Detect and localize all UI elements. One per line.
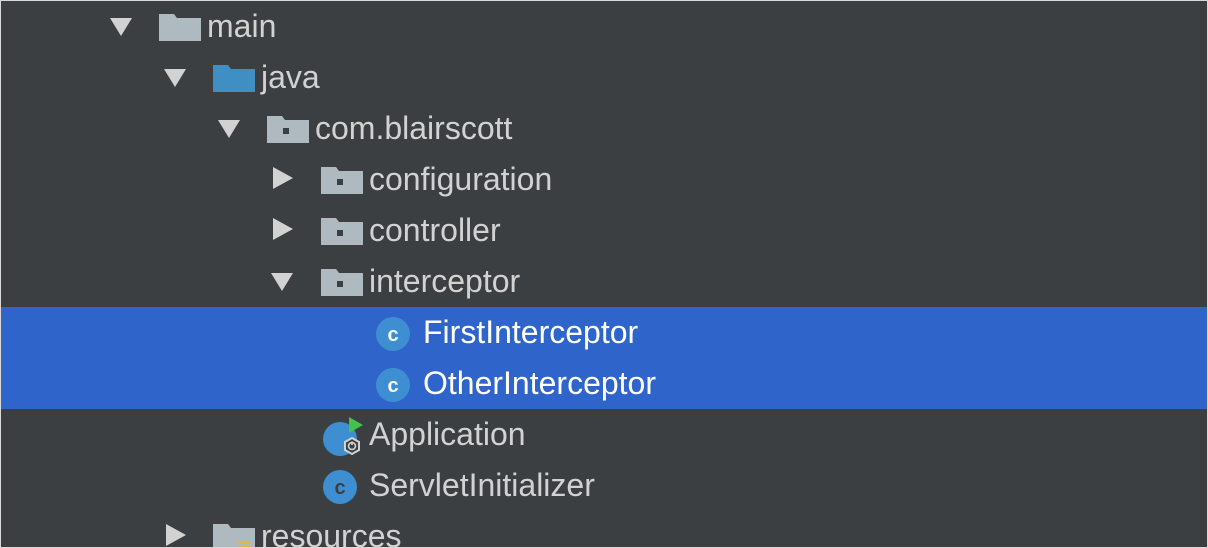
package-icon xyxy=(321,269,363,296)
tree-row-configuration[interactable]: configuration xyxy=(1,154,1207,205)
expand-arrow-right-icon[interactable] xyxy=(162,522,188,548)
package-icon xyxy=(321,218,363,245)
tree-row-first-interceptor[interactable]: c FirstInterceptor xyxy=(1,307,1207,358)
tree-row-java[interactable]: java xyxy=(1,52,1207,103)
expand-arrow-down-icon[interactable] xyxy=(108,12,134,38)
tree-row-resources[interactable]: resources xyxy=(1,511,1207,548)
package-icon xyxy=(321,167,363,194)
tree-row-other-interceptor[interactable]: c OtherInterceptor xyxy=(1,358,1207,409)
expand-arrow-down-icon[interactable] xyxy=(216,114,242,140)
tree-row-main[interactable]: main xyxy=(1,1,1207,52)
spring-boot-class-icon xyxy=(323,417,363,456)
expand-arrow-right-icon[interactable] xyxy=(269,216,295,242)
tree-label-first-interceptor: FirstInterceptor xyxy=(423,314,639,350)
svg-text:c: c xyxy=(387,324,398,346)
tree-row-com-blairscott[interactable]: com.blairscott xyxy=(1,103,1207,154)
tree-label-interceptor: interceptor xyxy=(369,263,521,299)
svg-text:c: c xyxy=(387,375,398,397)
tree-row-application[interactable]: Application xyxy=(1,409,1207,460)
source-folder-icon xyxy=(213,65,255,92)
project-tree: main java com.blairscott configuration c… xyxy=(0,0,1208,548)
tree-label-servlet-initializer: ServletInitializer xyxy=(369,467,595,503)
class-icon: c xyxy=(323,470,357,504)
tree-label-configuration: configuration xyxy=(369,161,553,197)
expand-arrow-down-icon[interactable] xyxy=(162,63,188,89)
svg-text:c: c xyxy=(334,477,345,499)
class-icon: c xyxy=(376,317,410,351)
tree-row-controller[interactable]: controller xyxy=(1,205,1207,256)
tree-label-application: Application xyxy=(369,416,526,452)
tree-label-controller: controller xyxy=(369,212,501,248)
package-icon xyxy=(267,116,309,143)
tree-label-com-blairscott: com.blairscott xyxy=(315,110,513,146)
resources-folder-icon xyxy=(213,524,255,547)
expand-arrow-right-icon[interactable] xyxy=(269,165,295,191)
tree-label-main: main xyxy=(207,8,277,44)
tree-label-resources: resources xyxy=(261,518,402,548)
expand-arrow-down-icon[interactable] xyxy=(269,267,295,293)
tree-row-interceptor[interactable]: interceptor xyxy=(1,256,1207,307)
tree-row-servlet-initializer[interactable]: c ServletInitializer xyxy=(1,460,1207,511)
folder-icon xyxy=(159,14,201,41)
tree-label-java: java xyxy=(261,59,320,95)
class-icon: c xyxy=(376,368,410,402)
tree-label-other-interceptor: OtherInterceptor xyxy=(423,365,656,401)
